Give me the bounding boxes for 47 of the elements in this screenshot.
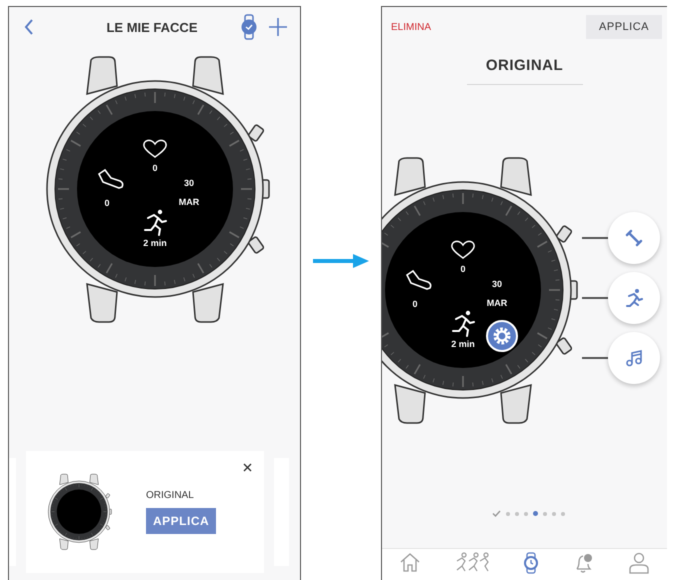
running-icon <box>452 310 475 337</box>
apply-button[interactable]: APPLICA <box>586 15 662 39</box>
arrow-icon <box>313 253 369 269</box>
check-icon[interactable] <box>492 510 501 517</box>
settings-icon[interactable] <box>486 320 518 352</box>
face-name: ORIGINAL <box>486 57 564 74</box>
page-dot[interactable] <box>506 512 510 516</box>
activity-value: 2 min <box>451 339 475 349</box>
date-day: 30 <box>184 178 194 188</box>
profile-tab-icon[interactable] <box>628 552 650 574</box>
add-icon[interactable] <box>268 17 288 37</box>
screen-title: LE MIE FACCE <box>105 20 198 34</box>
page-dot[interactable] <box>552 512 556 516</box>
steps-value: 0 <box>104 198 109 208</box>
heart-rate-value: 0 <box>460 264 466 274</box>
date-month: MAR <box>178 197 199 207</box>
activity-value: 2 min <box>142 238 166 248</box>
date-month: MAR <box>486 298 508 308</box>
heart-rate-value: 0 <box>152 163 157 173</box>
challenge-tab-icon[interactable] <box>454 552 490 572</box>
close-icon[interactable] <box>243 463 252 472</box>
page-dot[interactable] <box>515 512 519 516</box>
watch-icon[interactable] <box>240 14 258 40</box>
dumbbell-icon <box>625 229 643 247</box>
heart-icon <box>451 240 475 259</box>
watch-face-card[interactable]: ORIGINAL APPLICA <box>26 451 264 573</box>
page-dot[interactable] <box>543 512 547 516</box>
shortcut-button[interactable] <box>608 332 660 384</box>
date-day: 30 <box>492 279 502 289</box>
watch-tab-icon[interactable] <box>523 552 540 574</box>
face-name: ORIGINAL <box>146 490 194 501</box>
apply-button[interactable]: APPLICA <box>146 508 216 534</box>
heart-icon <box>142 140 166 158</box>
page-dot[interactable] <box>524 512 528 516</box>
delete-button[interactable]: ELIMINA <box>391 22 432 32</box>
steps-value: 0 <box>412 299 418 309</box>
shortcut-button[interactable] <box>608 212 660 264</box>
home-tab-icon[interactable] <box>398 552 421 572</box>
page-dot[interactable] <box>561 512 565 516</box>
back-icon[interactable] <box>24 19 34 35</box>
running-icon <box>144 210 166 236</box>
music-note-icon <box>625 349 643 367</box>
shoe-icon <box>98 169 123 189</box>
page-dot[interactable] <box>533 511 538 516</box>
shortcut-button[interactable] <box>608 272 660 324</box>
running-icon <box>625 288 643 308</box>
shoe-icon <box>406 270 432 290</box>
